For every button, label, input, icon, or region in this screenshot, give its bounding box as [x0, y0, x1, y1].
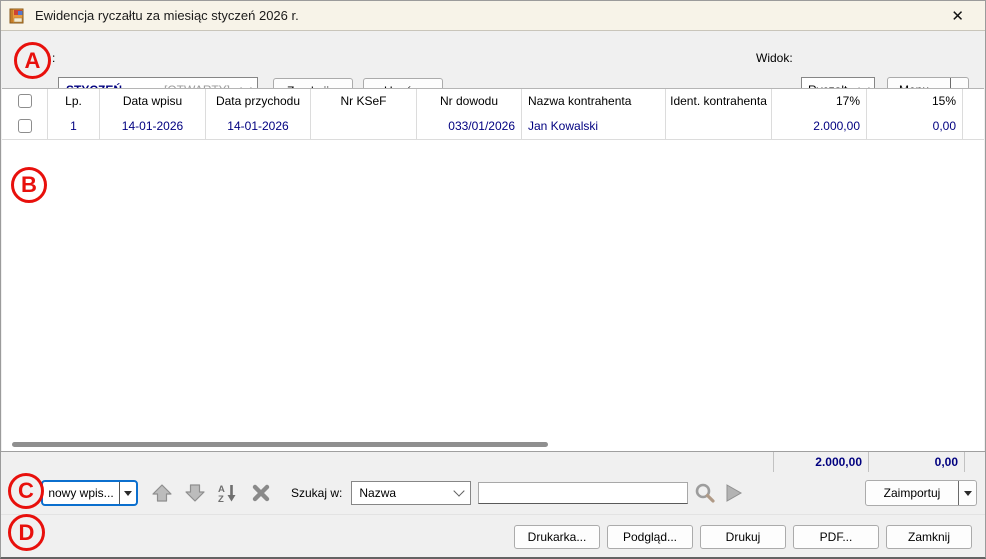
row-filler	[963, 113, 984, 139]
delete-entry-button[interactable]	[248, 481, 274, 505]
column-header-17[interactable]: 17%	[772, 89, 867, 113]
close-window-button[interactable]: Zamknij	[886, 525, 972, 549]
summary-filler	[964, 452, 985, 472]
search-field-value: Nazwa	[359, 486, 396, 500]
column-header-ident-kontrahenta[interactable]: Ident. kontrahenta	[666, 89, 772, 113]
arrow-up-icon	[151, 483, 173, 503]
horizontal-scrollbar[interactable]	[12, 442, 548, 447]
sort-az-icon: A Z	[217, 483, 239, 503]
move-down-button[interactable]	[182, 481, 208, 505]
record-actionbar: nowy wpis... A Z Szukaj w: Nazwa	[1, 472, 985, 514]
row-checkbox[interactable]	[18, 119, 32, 133]
column-header-nazwa-kontrahenta[interactable]: Nazwa kontrahenta	[522, 89, 666, 113]
month-toolbar: : STYCZEŃ [OTWARTY] Zamknij... Usuń... W…	[1, 31, 985, 88]
run-search-button[interactable]	[721, 481, 747, 505]
summary-15: 0,00	[868, 452, 964, 472]
column-header-data-wpisu[interactable]: Data wpisu	[100, 89, 206, 113]
sort-button[interactable]: A Z	[215, 481, 241, 505]
pdf-button[interactable]: PDF...	[793, 525, 879, 549]
new-entry-dropdown-arrow[interactable]	[119, 482, 136, 504]
application-window: Ewidencja ryczałtu za miesiąc styczeń 20…	[0, 0, 986, 559]
month-label-colon: :	[52, 51, 55, 65]
cell-data-przychodu: 14-01-2026	[206, 113, 311, 139]
search-button[interactable]	[692, 481, 718, 505]
cell-15: 0,00	[867, 113, 963, 139]
annotation-b: B	[11, 167, 47, 203]
summary-17: 2.000,00	[773, 452, 868, 472]
x-icon	[251, 484, 271, 502]
select-all-cell	[2, 89, 48, 113]
header-filler	[963, 89, 984, 113]
close-icon[interactable]: ✕	[938, 6, 977, 26]
import-dropdown-arrow[interactable]	[958, 481, 976, 505]
triangle-down-icon	[964, 491, 972, 496]
cell-nr-dowodu: 033/01/2026	[417, 113, 522, 139]
svg-text:Z: Z	[218, 494, 224, 503]
table-header-row: Lp. Data wpisu Data przychodu Nr KSeF Nr…	[2, 89, 984, 113]
arrow-down-icon	[184, 483, 206, 503]
app-icon	[9, 8, 27, 24]
table-row[interactable]: 1 14-01-2026 14-01-2026 033/01/2026 Jan …	[2, 113, 984, 140]
new-entry-button[interactable]: nowy wpis...	[41, 480, 138, 506]
column-header-15[interactable]: 15%	[867, 89, 963, 113]
search-input[interactable]	[478, 482, 688, 504]
column-header-data-przychodu[interactable]: Data przychodu	[206, 89, 311, 113]
cell-nazwa-kontrahenta: Jan Kowalski	[522, 113, 666, 139]
triangle-down-icon	[124, 491, 132, 496]
annotation-c: C	[8, 473, 44, 509]
window-titlebar: Ewidencja ryczałtu za miesiąc styczeń 20…	[1, 1, 985, 31]
column-header-lp[interactable]: Lp.	[48, 89, 100, 113]
cell-data-wpisu: 14-01-2026	[100, 113, 206, 139]
print-footer: Drukarka... Podgląd... Drukuj PDF... Zam…	[1, 514, 985, 558]
annotation-a: A	[14, 42, 51, 79]
search-field-combobox[interactable]: Nazwa	[351, 481, 471, 505]
summary-spacer	[1, 452, 773, 472]
print-button[interactable]: Drukuj	[700, 525, 786, 549]
search-icon	[693, 481, 717, 505]
records-table: Lp. Data wpisu Data przychodu Nr KSeF Nr…	[2, 88, 984, 452]
column-header-nr-ksef[interactable]: Nr KSeF	[311, 89, 417, 113]
move-up-button[interactable]	[149, 481, 175, 505]
chevron-down-icon	[454, 485, 465, 496]
search-in-label: Szukaj w:	[291, 486, 342, 500]
cell-nr-ksef	[311, 113, 417, 139]
import-button[interactable]: Zaimportuj	[865, 480, 977, 506]
play-icon	[725, 483, 743, 503]
cell-17: 2.000,00	[772, 113, 867, 139]
view-label: Widok:	[756, 51, 793, 65]
printer-button[interactable]: Drukarka...	[514, 525, 600, 549]
preview-button[interactable]: Podgląd...	[607, 525, 693, 549]
row-checkbox-cell	[2, 113, 48, 139]
cell-lp: 1	[48, 113, 100, 139]
column-header-nr-dowodu[interactable]: Nr dowodu	[417, 89, 522, 113]
annotation-d: D	[8, 514, 45, 551]
summary-row: 2.000,00 0,00	[1, 451, 985, 472]
select-all-checkbox[interactable]	[18, 94, 32, 108]
window-title: Ewidencja ryczałtu za miesiąc styczeń 20…	[35, 8, 299, 23]
cell-ident-kontrahenta	[666, 113, 772, 139]
